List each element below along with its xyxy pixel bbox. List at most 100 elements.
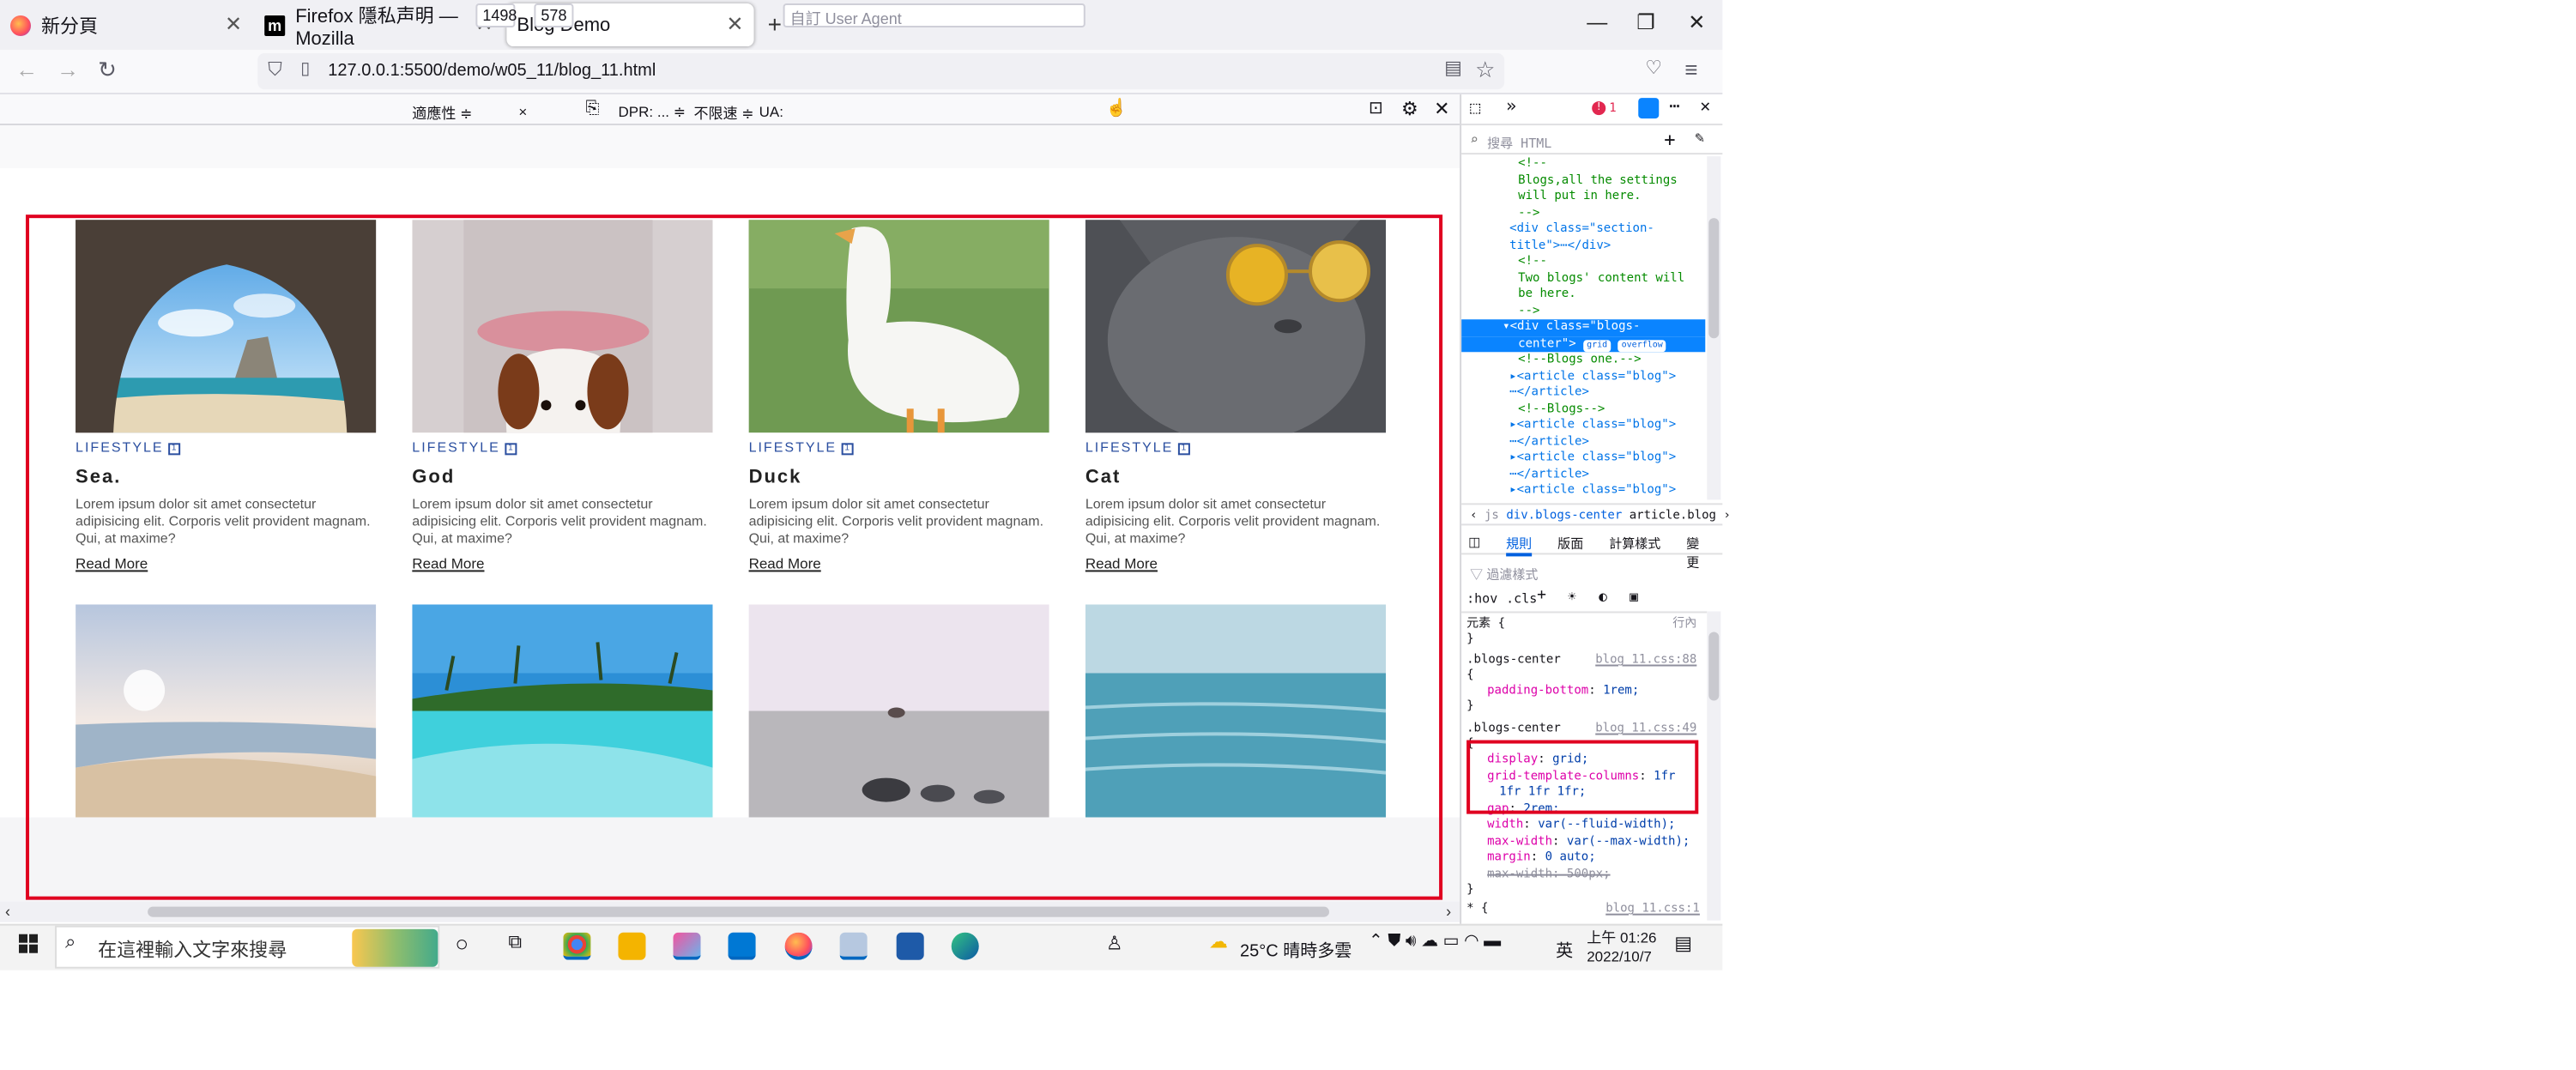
url-text[interactable]: 127.0.0.1:5500/demo/w05_11/blog_11.html <box>328 62 656 81</box>
new-tab-button[interactable]: + <box>768 10 782 38</box>
settings-gear-icon[interactable]: ⚙ <box>1401 98 1418 120</box>
bookmark-star-icon[interactable]: ☆ <box>1475 57 1495 84</box>
app-icon[interactable] <box>673 932 701 960</box>
css-declaration[interactable]: padding-bottom: 1rem; <box>1487 684 1639 700</box>
add-rule-icon[interactable]: + <box>1537 587 1546 604</box>
device-select[interactable]: 適應性 ≑ <box>412 103 472 124</box>
css-declaration-overridden[interactable]: max-width: 500px; <box>1487 867 1610 883</box>
ime-indicator[interactable]: 英 <box>1556 936 1573 962</box>
more-tools-icon[interactable]: » <box>1506 98 1516 117</box>
html-node-line[interactable]: ▸<article class="blog"> <box>1461 417 1705 433</box>
close-rdm-icon[interactable]: ✕ <box>1434 98 1449 120</box>
back-icon[interactable]: ← <box>15 57 38 82</box>
tab-changes[interactable]: 變更 <box>1686 534 1710 571</box>
screenshot-icon[interactable]: ⊡ <box>1369 100 1383 118</box>
html-node-line[interactable]: ▸<article class="blog"> <box>1461 450 1705 466</box>
rotate-icon[interactable]: ⎘ <box>585 100 599 118</box>
tab-rules[interactable]: 規則 <box>1506 534 1533 557</box>
restore-icon[interactable]: ❐ <box>1636 10 1655 34</box>
rule-selector[interactable]: .blogs-center <box>1466 722 1561 738</box>
overflow-badge[interactable]: overflow <box>1618 339 1666 352</box>
html-comment-line[interactable]: be here. <box>1461 287 1705 303</box>
system-tray-icons[interactable]: ⌃ ⛊ 🔊︎ ☁ ▭ ◠ ▬ <box>1369 933 1501 952</box>
touch-simulation-icon[interactable]: ☝ <box>1106 100 1128 118</box>
overflow-menu-icon[interactable]: ⋯ <box>1669 98 1679 117</box>
filter-styles-input[interactable]: ▽ 過濾樣式 <box>1470 565 1538 583</box>
selected-node-cont[interactable]: center"> grid overflow <box>1461 336 1706 353</box>
html-search-input[interactable]: 搜尋 HTML <box>1487 134 1551 153</box>
css-declaration[interactable]: margin: 0 auto; <box>1487 850 1596 867</box>
notification-icon[interactable]: ▤ <box>1674 933 1692 955</box>
html-comment-line[interactable]: --> <box>1461 205 1705 221</box>
html-comment-line[interactable]: will put in here. <box>1461 189 1705 205</box>
css-declaration[interactable]: max-width: var(--max-width); <box>1487 834 1690 850</box>
tab-new-tab[interactable]: 新分頁 ✕ <box>0 3 252 46</box>
css-declaration[interactable]: width: var(--fluid-width); <box>1487 818 1675 834</box>
paint-icon[interactable] <box>839 932 868 960</box>
weather-text[interactable]: 25°C 晴時多雲 <box>1240 936 1351 962</box>
cls-toggle[interactable]: .cls <box>1506 590 1537 606</box>
reader-view-icon[interactable]: ▤ <box>1444 57 1462 79</box>
html-node-line[interactable]: ⋯</article> <box>1461 466 1705 482</box>
close-icon[interactable]: ✕ <box>225 12 242 36</box>
html-node-line[interactable]: ⋯</article> <box>1461 433 1705 450</box>
file-explorer-icon[interactable] <box>618 932 646 960</box>
chrome-icon[interactable] <box>563 932 591 960</box>
dock-side-icon[interactable] <box>1638 98 1660 119</box>
rule-source-link[interactable]: blog_11.css:49 <box>1595 722 1696 738</box>
close-window-icon[interactable]: ✕ <box>1688 10 1705 34</box>
html-comment-line[interactable]: Two blogs' content will <box>1461 270 1705 287</box>
html-comment-line[interactable]: <!--Blogs one.--> <box>1461 352 1705 368</box>
tab-computed[interactable]: 計算樣式 <box>1609 534 1660 553</box>
html-comment-line[interactable]: <!-- <box>1461 254 1705 270</box>
html-node-line[interactable]: ⋯</article> <box>1461 384 1705 401</box>
light-scheme-icon[interactable]: ☀ <box>1568 589 1576 604</box>
dpr-select[interactable]: DPR: ... ≑ <box>618 103 686 122</box>
selected-node[interactable]: ▾<div class="blogs- <box>1461 319 1706 336</box>
scroll-left-icon[interactable]: ‹ <box>5 904 10 921</box>
pocket-icon[interactable]: ♡ <box>1645 57 1662 79</box>
edge-icon[interactable] <box>951 932 979 960</box>
breadcrumb-item[interactable]: div.blogs-center <box>1506 508 1622 522</box>
cortana-icon[interactable]: ○ <box>455 931 469 957</box>
shield-icon[interactable]: ⛉ <box>268 60 282 82</box>
throttling-select[interactable]: 不限速 ≑ <box>694 103 754 124</box>
rule-source-link[interactable]: blog_11.css:88 <box>1595 652 1696 668</box>
layout-toggle-icon[interactable]: ◫ <box>1468 534 1480 549</box>
rule-source-link[interactable]: blog_11.css:1 <box>1605 902 1700 918</box>
task-view-icon[interactable]: ⧉ <box>508 933 522 955</box>
menu-icon[interactable]: ≡ <box>1684 57 1697 82</box>
horizontal-scrollbar[interactable]: ‹ › <box>0 901 1460 922</box>
clock-time[interactable]: 上午 01:26 <box>1587 928 1656 948</box>
photos-icon[interactable] <box>896 932 924 960</box>
html-comment-line[interactable]: Blogs,all the settings <box>1461 172 1705 189</box>
viewport-width-input[interactable]: 1498 <box>475 3 517 28</box>
scrollbar-thumb[interactable] <box>148 906 1330 917</box>
eyedropper-icon[interactable]: ✎ <box>1695 130 1704 148</box>
error-icon[interactable]: ! <box>1592 101 1606 116</box>
html-node-line[interactable]: ▸<article class="blog"> <box>1461 482 1705 499</box>
viewport-height-input[interactable]: 578 <box>534 3 574 28</box>
html-node-line[interactable]: title">⋯</div> <box>1461 238 1705 254</box>
html-tree-scrollbar[interactable] <box>1707 156 1721 500</box>
windows-start-icon[interactable] <box>19 934 39 953</box>
taskbar-search-input[interactable]: 在這裡輸入文字來搜尋 <box>98 936 287 964</box>
rule-selector[interactable]: * { <box>1466 902 1488 918</box>
tab-layout[interactable]: 版面 <box>1557 534 1583 553</box>
hov-toggle[interactable]: :hov <box>1466 590 1497 606</box>
tab-mozilla-privacy[interactable]: m Firefox 隱私声明 — Mozilla ✕ <box>254 3 503 49</box>
close-icon[interactable]: ✕ <box>726 12 743 36</box>
forward-icon[interactable]: → <box>57 57 79 82</box>
vscode-icon[interactable] <box>728 932 756 960</box>
rule-selector[interactable]: .blogs-center <box>1466 652 1561 668</box>
print-simulation-icon[interactable]: ▣ <box>1630 589 1638 604</box>
html-comment-line[interactable]: <!-- <box>1461 156 1705 172</box>
element-picker-icon[interactable]: ⬚ <box>1470 100 1480 118</box>
close-devtools-icon[interactable]: ✕ <box>1700 98 1710 117</box>
reload-icon[interactable]: ↻ <box>98 57 117 84</box>
html-comment-line[interactable]: <!--Blogs--> <box>1461 401 1705 417</box>
html-comment-line[interactable]: --> <box>1461 303 1705 319</box>
people-icon[interactable]: ♙ <box>1106 933 1123 955</box>
firefox-taskbar-icon[interactable] <box>784 932 813 960</box>
html-node-line[interactable]: ▸<article class="blog"> <box>1461 368 1705 384</box>
